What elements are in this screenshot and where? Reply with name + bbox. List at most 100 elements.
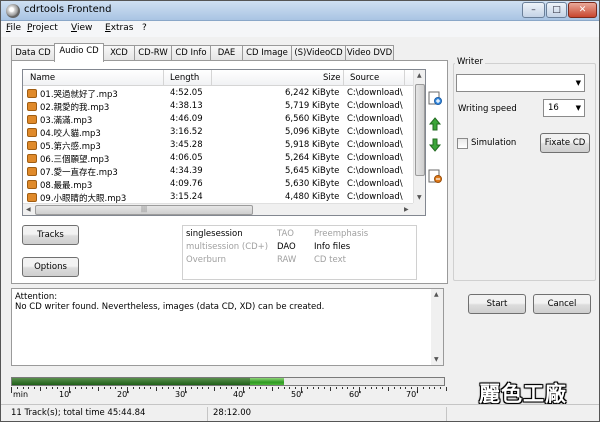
ruler-tick: [63, 387, 64, 389]
scroll-up-arrow-icon[interactable]: ▲: [434, 291, 439, 298]
scroll-up-arrow-icon[interactable]: ▲: [417, 72, 422, 79]
column-source[interactable]: Source: [350, 73, 379, 83]
ruler-tick: [289, 387, 290, 389]
tab-svideocd[interactable]: (S)VideoCD: [291, 45, 346, 61]
cancel-button[interactable]: Cancel: [533, 294, 591, 314]
writing-speed-label: Writing speed: [458, 104, 517, 114]
app-window: cdrtools Frontend – □ ✕ File Project Vie…: [0, 0, 600, 422]
track-list-horizontal-scrollbar[interactable]: ◀ ||| ▶: [23, 203, 413, 215]
ruler-tick: [34, 387, 35, 389]
tab-dae[interactable]: DAE: [210, 45, 243, 61]
audio-file-icon: [27, 115, 37, 124]
ruler-tick: [411, 387, 412, 389]
ruler-tick: [382, 387, 383, 389]
track-source: C:\download\: [347, 179, 403, 189]
writing-speed-select[interactable]: 16 ▼: [543, 99, 585, 117]
track-size: 5,096 KiByte: [285, 127, 340, 137]
tab-audio-cd[interactable]: Audio CD: [54, 43, 104, 62]
track-row[interactable]: 08.最最.mp3 4:09.76 5,630 KiByte C:\downlo…: [23, 178, 413, 191]
track-source: C:\download\: [347, 127, 403, 137]
close-button[interactable]: ✕: [568, 2, 597, 18]
status-track-summary: 11 Track(s); total time 45:44.84: [11, 408, 146, 418]
remove-track-icon[interactable]: [428, 169, 442, 183]
scroll-down-arrow-icon[interactable]: ▼: [434, 356, 439, 363]
fixate-cd-button[interactable]: Fixate CD: [540, 133, 590, 153]
ruler-tick: [226, 387, 227, 389]
menu-file[interactable]: File: [6, 23, 21, 33]
ruler-tick: [173, 387, 174, 389]
track-size: 6,242 KiByte: [285, 88, 340, 98]
track-row[interactable]: 07.愛一直存在.mp3 4:34.39 5,645 KiByte C:\dow…: [23, 165, 413, 178]
writer-select[interactable]: ▼: [456, 74, 585, 92]
tracks-button[interactable]: Tracks: [22, 225, 79, 245]
menu-help[interactable]: ?: [142, 23, 147, 33]
ruler-tick: [347, 387, 348, 389]
track-length: 4:34.39: [170, 166, 203, 176]
menu-view[interactable]: View: [71, 23, 92, 33]
audio-file-icon: [27, 167, 37, 176]
status-burn-time: 28:12.00: [213, 408, 252, 418]
track-list-vertical-scrollbar[interactable]: ▲ ▼: [413, 70, 425, 203]
ruler-label: min: [13, 390, 29, 399]
maximize-button[interactable]: □: [546, 2, 567, 18]
tab-cd-rw[interactable]: CD-RW: [134, 45, 172, 61]
track-row[interactable]: 04.咬人貓.mp3 3:16.52 5,096 KiByte C:\downl…: [23, 126, 413, 139]
audio-file-icon: [27, 193, 37, 202]
ruler-tick: [295, 387, 296, 389]
tab-data-cd[interactable]: Data CD: [11, 45, 55, 61]
move-up-arrow-icon[interactable]: [428, 117, 442, 131]
track-name: 02.親愛的我.mp3: [40, 103, 110, 113]
track-source: C:\download\: [347, 166, 403, 176]
scroll-left-arrow-icon[interactable]: ◀: [26, 206, 31, 213]
column-length[interactable]: Length: [170, 73, 199, 83]
simulation-checkbox[interactable]: [457, 138, 468, 149]
menu-bar: File Project View Extras ?: [1, 21, 599, 37]
column-name[interactable]: Name: [30, 73, 55, 83]
track-name: 04.咬人貓.mp3: [40, 129, 101, 139]
track-row[interactable]: 02.親愛的我.mp3 4:38.13 5,719 KiByte C:\down…: [23, 100, 413, 113]
ruler-tick: [313, 387, 314, 389]
ruler-label: 20': [117, 390, 130, 399]
ruler-tick: [429, 387, 430, 389]
scroll-right-arrow-icon[interactable]: ▶: [404, 206, 409, 213]
column-size[interactable]: Size: [323, 73, 340, 83]
ruler-tick: [405, 387, 406, 389]
track-row[interactable]: 01.哭過就好了.mp3 4:52.05 6,242 KiByte C:\dow…: [23, 87, 413, 100]
writer-label: Writer: [455, 57, 485, 67]
track-row[interactable]: 05.第六感.mp3 3:45.28 5,918 KiByte C:\downl…: [23, 139, 413, 152]
option-preemphasis: Preemphasis: [314, 229, 369, 239]
audio-cd-panel: Name Length Size Source 01.哭過就好了.mp3 4:5…: [11, 60, 448, 284]
track-row[interactable]: 06.三個願望.mp3 4:06.05 5,264 KiByte C:\down…: [23, 152, 413, 165]
add-track-icon[interactable]: [428, 91, 442, 105]
ruler-tick: [28, 387, 29, 389]
track-row[interactable]: 03.滿滿.mp3 4:46.09 6,560 KiByte C:\downlo…: [23, 113, 413, 126]
menu-extras[interactable]: Extras: [105, 23, 133, 33]
track-size: 5,645 KiByte: [285, 166, 340, 176]
audio-file-icon: [27, 141, 37, 150]
ruler-tick: [40, 387, 41, 391]
ruler-tick: [376, 387, 377, 389]
log-scrollbar[interactable]: ▲ ▼: [431, 289, 443, 365]
tab-cd-info[interactable]: CD Info: [171, 45, 211, 61]
capacity-dark-fill: [12, 378, 250, 385]
options-button[interactable]: Options: [22, 257, 79, 277]
menu-project[interactable]: Project: [27, 23, 58, 33]
minimize-button[interactable]: –: [522, 2, 545, 18]
track-length: 4:52.05: [170, 88, 203, 98]
track-list[interactable]: Name Length Size Source 01.哭過就好了.mp3 4:5…: [22, 69, 426, 216]
move-down-arrow-icon[interactable]: [428, 138, 442, 152]
tab-xcd[interactable]: XCD: [103, 45, 135, 61]
horizontal-scroll-thumb[interactable]: |||: [35, 205, 253, 215]
track-length: 3:16.52: [170, 127, 203, 137]
start-button[interactable]: Start: [468, 294, 526, 314]
message-log[interactable]: Attention: No CD writer found. Neverthel…: [11, 288, 444, 366]
scroll-down-arrow-icon[interactable]: ▼: [417, 194, 422, 201]
ruler-tick: [75, 387, 76, 389]
track-name: 05.第六感.mp3: [40, 142, 101, 152]
tab-video-dvd[interactable]: Video DVD: [345, 45, 394, 61]
audio-file-icon: [27, 180, 37, 189]
track-source: C:\download\: [347, 140, 403, 150]
track-name: 01.哭過就好了.mp3: [40, 90, 118, 100]
vertical-scroll-thumb[interactable]: [415, 84, 425, 176]
tab-cd-image[interactable]: CD Image: [242, 45, 292, 61]
